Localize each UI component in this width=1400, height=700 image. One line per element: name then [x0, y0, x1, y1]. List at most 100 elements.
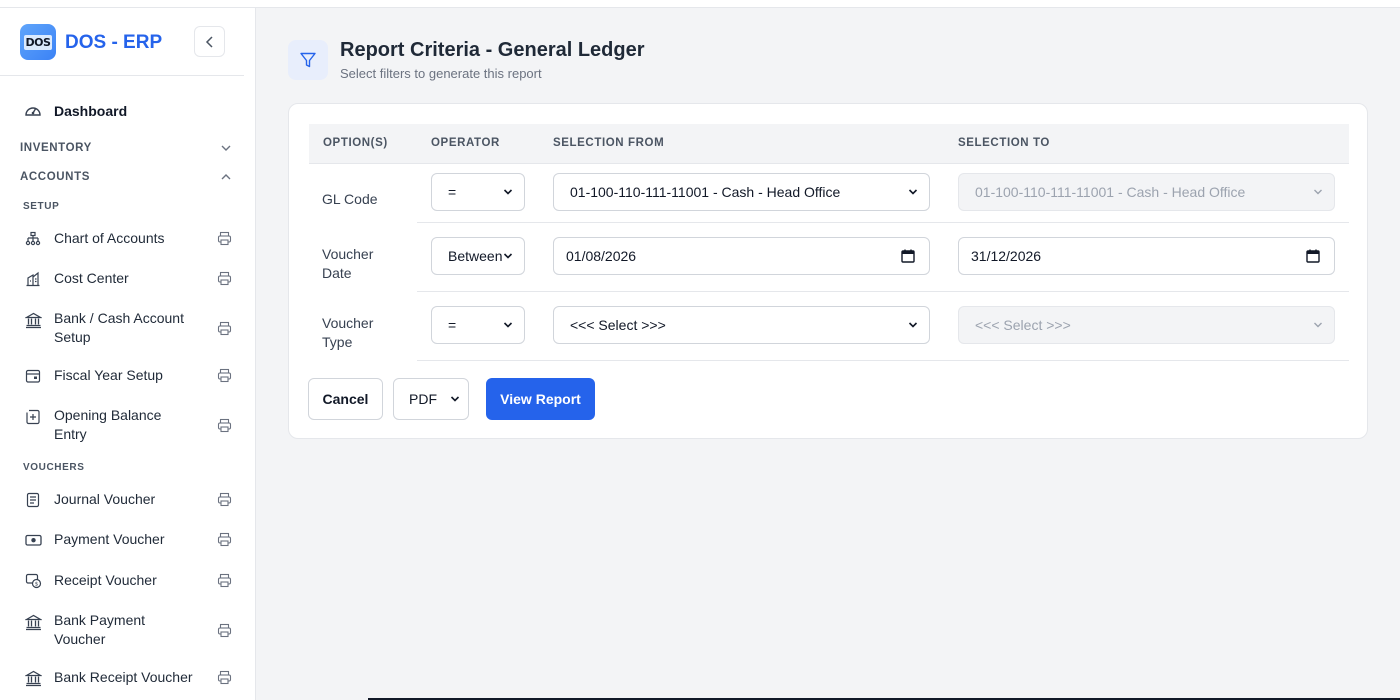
subsection-vouchers: VOUCHERS: [23, 462, 85, 473]
printer-icon[interactable]: [216, 669, 232, 685]
chevron-down-icon: [907, 319, 919, 331]
report-criteria-card: OPTION(S) OPERATOR SELECTION FROM SELECT…: [288, 103, 1368, 439]
sidebar-item-bank-payment-voucher[interactable]: Bank Payment Voucher: [24, 611, 232, 649]
select-value: =: [448, 317, 457, 333]
page-title: Report Criteria - General Ledger: [340, 39, 645, 61]
sidebar-item-label: Journal Voucher: [54, 491, 156, 507]
sidebar-item-label: Receipt Voucher: [54, 572, 157, 588]
sidebar-item-payment-voucher[interactable]: Payment Voucher: [24, 530, 232, 549]
receipt-icon: $: [24, 572, 42, 590]
printer-icon[interactable]: [216, 231, 232, 247]
voucher-type-operator-select[interactable]: =: [431, 306, 525, 344]
printer-icon[interactable]: [216, 320, 232, 336]
sidebar-item-bank-receipt-voucher[interactable]: Bank Receipt Voucher: [24, 667, 232, 687]
select-value: 01-100-110-111-11001 - Cash - Head Offic…: [975, 184, 1246, 200]
row-label-voucher-date: Voucher Date: [322, 246, 374, 281]
input-value: 01/08/2026: [566, 248, 637, 264]
column-header-selection-to: SELECTION TO: [958, 137, 1050, 149]
sidebar-section-inventory[interactable]: INVENTORY: [20, 142, 232, 154]
dashboard-gauge-icon: [25, 107, 41, 116]
printer-icon[interactable]: [216, 492, 232, 508]
sidebar-item-label: Opening Balance Entry: [54, 407, 162, 442]
calendar-icon: [24, 367, 42, 385]
criteria-table-header: OPTION(S) OPERATOR SELECTION FROM SELECT…: [309, 124, 1349, 164]
sidebar-item-dashboard[interactable]: Dashboard: [24, 102, 127, 120]
gl-code-from-select[interactable]: 01-100-110-111-11001 - Cash - Head Offic…: [553, 173, 930, 211]
sitemap-icon: [24, 230, 42, 248]
sidebar-item-label: Chart of Accounts: [54, 230, 165, 246]
subsection-setup: SETUP: [23, 201, 60, 212]
app-logo[interactable]: DOS: [20, 24, 56, 60]
bank-icon: [24, 613, 42, 631]
voucher-date-to-input[interactable]: 31/12/2026: [958, 237, 1335, 275]
sidebar-item-chart-of-accounts[interactable]: Chart of Accounts: [24, 229, 232, 248]
sidebar-item-label: Dashboard: [54, 103, 128, 119]
chevron-left-icon: [205, 35, 213, 48]
sidebar-item-receipt-voucher[interactable]: $ Receipt Voucher: [24, 571, 232, 590]
journal-icon: [24, 491, 42, 509]
app-name[interactable]: DOS - ERP: [65, 32, 162, 54]
row-divider: [417, 222, 1349, 223]
chevron-up-icon: [221, 174, 231, 180]
voucher-date-operator-select[interactable]: Between: [431, 237, 525, 275]
chevron-down-icon: [502, 319, 514, 331]
output-format-select[interactable]: PDF: [393, 378, 469, 420]
chevron-down-icon: [1312, 186, 1324, 198]
chevron-down-icon: [502, 186, 514, 198]
chevron-down-icon: [450, 396, 460, 402]
printer-icon[interactable]: [216, 573, 232, 589]
row-divider: [417, 291, 1349, 292]
sidebar-item-label: Payment Voucher: [54, 531, 165, 547]
chevron-down-icon: [502, 250, 514, 262]
row-divider: [417, 360, 1349, 361]
calendar-icon[interactable]: [1306, 249, 1320, 263]
sidebar-item-journal-voucher[interactable]: Journal Voucher: [24, 490, 232, 509]
printer-icon[interactable]: [216, 368, 232, 384]
column-header-operator: OPERATOR: [431, 137, 500, 149]
logo-text: DOS: [23, 34, 53, 50]
sidebar-collapse-button[interactable]: [194, 26, 225, 57]
select-value: =: [448, 184, 457, 200]
printer-icon[interactable]: [216, 417, 232, 433]
voucher-date-from-input[interactable]: 01/08/2026: [553, 237, 930, 275]
sidebar-item-cost-center[interactable]: Cost Center: [24, 269, 232, 288]
chevron-down-icon: [221, 145, 231, 151]
select-value: PDF: [409, 391, 437, 407]
calendar-icon[interactable]: [901, 249, 915, 263]
select-value: 01-100-110-111-11001 - Cash - Head Offic…: [570, 184, 841, 200]
cash-icon: [24, 531, 42, 549]
page-subtitle: Select filters to generate this report: [340, 66, 542, 81]
column-header-selection-from: SELECTION FROM: [553, 137, 665, 149]
select-value: Between: [448, 248, 502, 264]
sidebar-item-fiscal-year-setup[interactable]: Fiscal Year Setup: [24, 366, 232, 385]
select-value: <<< Select >>>: [570, 317, 666, 333]
gl-code-operator-select[interactable]: =: [431, 173, 525, 211]
sidebar-item-label: Bank / Cash Account Setup: [54, 310, 184, 345]
voucher-type-from-select[interactable]: <<< Select >>>: [553, 306, 930, 344]
sidebar-item-bank-cash-account-setup[interactable]: Bank / Cash Account Setup: [24, 309, 232, 347]
bank-icon: [24, 669, 42, 687]
filter-icon: [288, 40, 328, 80]
select-value: <<< Select >>>: [975, 317, 1071, 333]
printer-icon[interactable]: [216, 532, 232, 548]
printer-icon[interactable]: [216, 271, 232, 287]
cancel-button[interactable]: Cancel: [308, 378, 383, 420]
view-report-button[interactable]: View Report: [486, 378, 595, 420]
section-label: ACCOUNTS: [20, 171, 90, 183]
svg-text:$: $: [34, 582, 38, 588]
sidebar-item-label: Fiscal Year Setup: [54, 367, 163, 383]
sidebar: DOS DOS - ERP Dashboard INVENTORY ACCOUN…: [0, 8, 256, 700]
sidebar-item-label: Bank Payment Voucher: [54, 612, 146, 647]
sidebar-item-opening-balance-entry[interactable]: Opening Balance Entry: [24, 406, 232, 444]
plus-square-icon: [24, 408, 42, 426]
gl-code-to-select[interactable]: 01-100-110-111-11001 - Cash - Head Offic…: [958, 173, 1335, 211]
bank-icon: [24, 311, 42, 329]
printer-icon[interactable]: [216, 622, 232, 638]
voucher-type-to-select[interactable]: <<< Select >>>: [958, 306, 1335, 344]
sidebar-section-accounts[interactable]: ACCOUNTS: [20, 171, 232, 183]
row-label-voucher-type: Voucher Type: [322, 315, 374, 350]
chevron-down-icon: [1312, 319, 1324, 331]
sidebar-item-label: Cost Center: [54, 270, 129, 286]
brand-header: DOS DOS - ERP: [0, 8, 244, 76]
sidebar-item-label: Bank Receipt Voucher: [54, 668, 193, 685]
